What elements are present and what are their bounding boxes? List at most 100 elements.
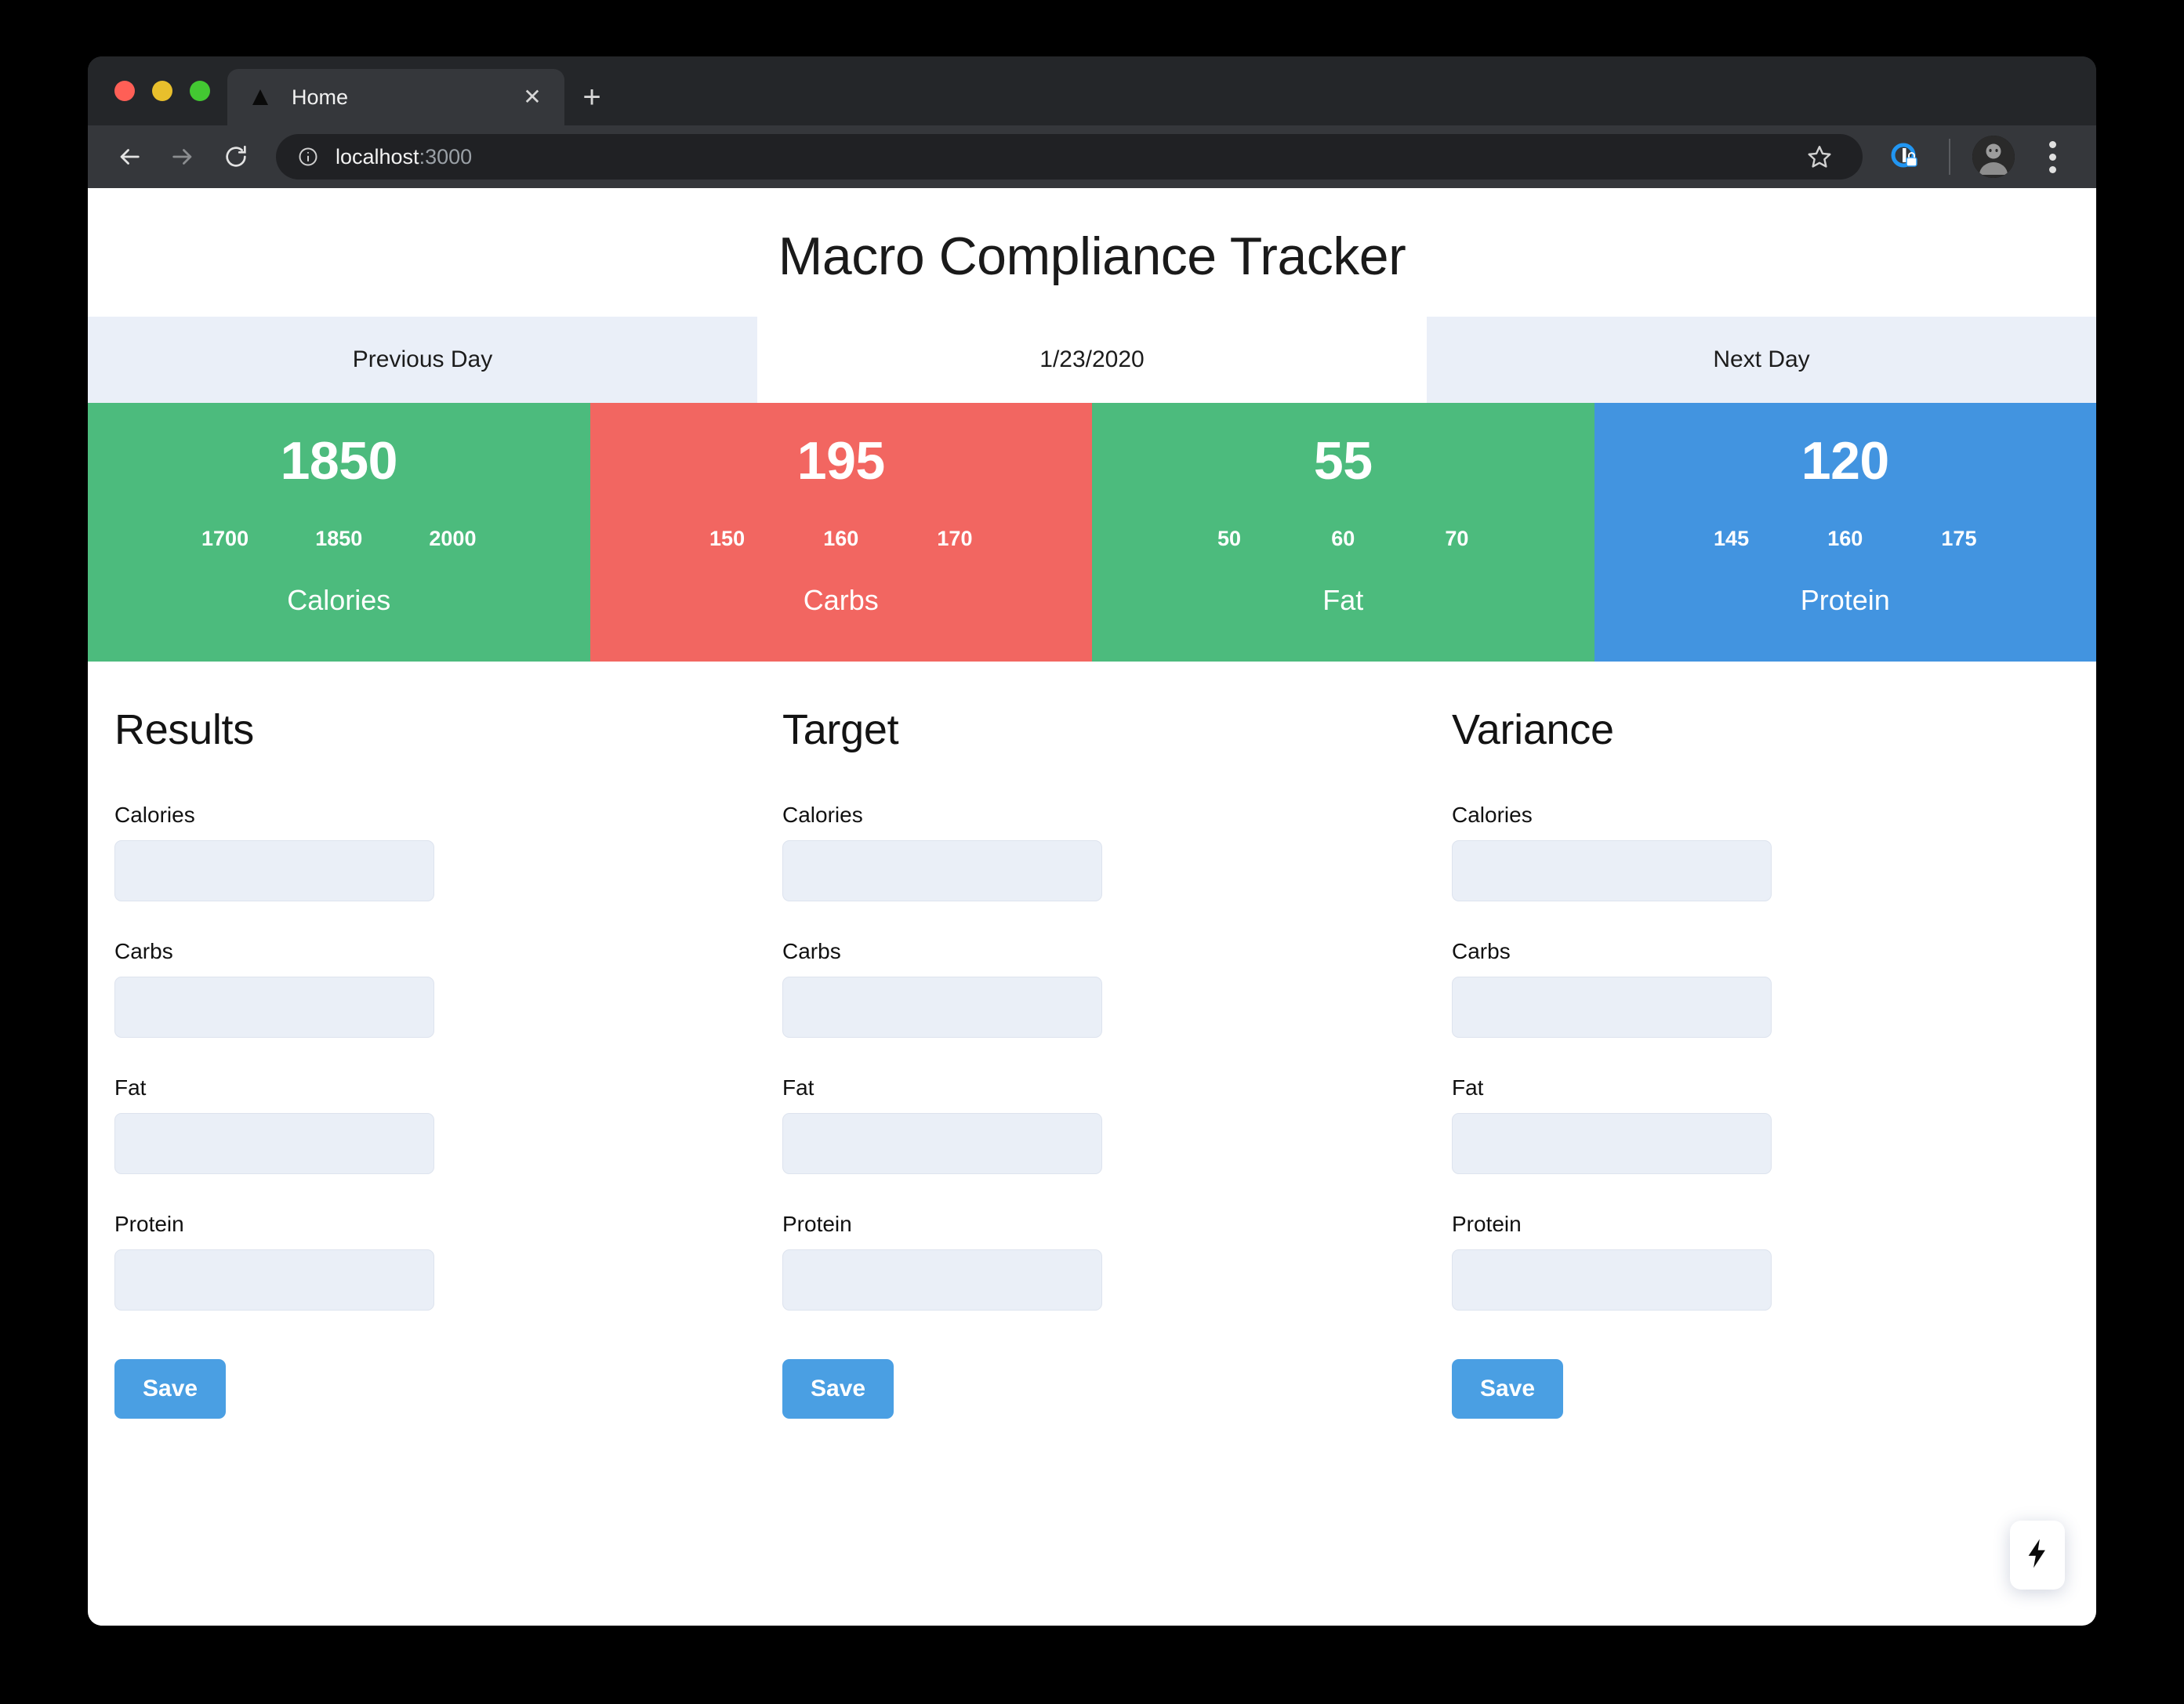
results-calories-input[interactable] xyxy=(114,840,434,901)
macro-range-mid: 160 xyxy=(823,527,859,550)
forms-section: Results Calories Carbs Fat Protein Save … xyxy=(88,662,2096,1419)
field-label: Calories xyxy=(782,803,863,827)
macro-value: 195 xyxy=(796,431,885,491)
url-host: localhost xyxy=(336,144,419,169)
macro-range: 150 160 170 xyxy=(590,527,1093,551)
variance-calories-input[interactable] xyxy=(1452,840,1772,901)
page-viewport: Macro Compliance Tracker Previous Day 1/… xyxy=(88,188,2096,1626)
target-carbs-input[interactable] xyxy=(782,977,1102,1038)
window-traffic-lights xyxy=(107,56,227,125)
previous-day-button[interactable]: Previous Day xyxy=(88,317,757,403)
macro-value: 55 xyxy=(1313,431,1373,491)
results-protein-input[interactable] xyxy=(114,1249,434,1311)
form-column-results: Results Calories Carbs Fat Protein Save xyxy=(88,705,757,1419)
minimize-window-button[interactable] xyxy=(152,81,172,101)
next-day-button[interactable]: Next Day xyxy=(1427,317,2096,403)
new-tab-button[interactable]: + xyxy=(564,69,619,125)
field-target-calories: Calories xyxy=(782,803,1402,901)
reload-icon[interactable] xyxy=(212,132,260,181)
field-label: Protein xyxy=(114,1212,184,1236)
macro-label: Carbs xyxy=(803,584,879,616)
macro-range: 1700 1850 2000 xyxy=(88,527,590,551)
browser-toolbar: localhost:3000 xyxy=(88,125,2096,188)
section-heading-target: Target xyxy=(782,706,899,753)
macro-range-high: 175 xyxy=(1941,527,1977,550)
results-fat-input[interactable] xyxy=(114,1113,434,1174)
bookmark-star-icon[interactable] xyxy=(1797,134,1842,179)
extension-icon[interactable] xyxy=(1883,135,1927,179)
results-carbs-input[interactable] xyxy=(114,977,434,1038)
variance-protein-input[interactable] xyxy=(1452,1249,1772,1311)
field-results-carbs: Carbs xyxy=(114,939,732,1038)
address-bar[interactable]: localhost:3000 xyxy=(276,134,1863,179)
toolbar-divider xyxy=(1949,139,1950,175)
target-fat-input[interactable] xyxy=(782,1113,1102,1174)
current-date-label[interactable]: 1/23/2020 xyxy=(757,317,1427,403)
field-label: Protein xyxy=(1452,1212,1522,1236)
macro-range-low: 145 xyxy=(1714,527,1750,550)
lightning-bolt-widget[interactable] xyxy=(2010,1521,2065,1590)
macro-range-high: 70 xyxy=(1445,527,1469,550)
macro-range: 145 160 175 xyxy=(1594,527,2097,551)
variance-carbs-input[interactable] xyxy=(1452,977,1772,1038)
browser-tab-home[interactable]: Home ✕ xyxy=(227,69,564,125)
form-column-target: Target Calories Carbs Fat Protein Save xyxy=(757,705,1427,1419)
field-label: Fat xyxy=(782,1075,814,1100)
variance-fat-input[interactable] xyxy=(1452,1113,1772,1174)
field-variance-calories: Calories xyxy=(1452,803,2071,901)
section-heading-results: Results xyxy=(114,706,254,753)
info-circle-icon[interactable] xyxy=(296,145,320,169)
macro-range-low: 1700 xyxy=(201,527,249,550)
maximize-window-button[interactable] xyxy=(190,81,210,101)
tab-title: Home xyxy=(292,85,349,109)
field-target-protein: Protein xyxy=(782,1212,1402,1311)
macro-range-high: 170 xyxy=(937,527,973,550)
target-calories-input[interactable] xyxy=(782,840,1102,901)
save-variance-button[interactable]: Save xyxy=(1452,1359,1564,1419)
field-variance-protein: Protein xyxy=(1452,1212,2071,1311)
page-title: Macro Compliance Tracker xyxy=(778,227,1406,286)
field-target-carbs: Carbs xyxy=(782,939,1402,1038)
field-results-fat: Fat xyxy=(114,1075,732,1174)
field-results-calories: Calories xyxy=(114,803,732,901)
field-label: Fat xyxy=(114,1075,147,1100)
save-target-button[interactable]: Save xyxy=(782,1359,894,1419)
field-target-fat: Fat xyxy=(782,1075,1402,1174)
field-variance-carbs: Carbs xyxy=(1452,939,2071,1038)
close-window-button[interactable] xyxy=(114,81,135,101)
field-label: Carbs xyxy=(782,939,841,963)
field-label: Protein xyxy=(782,1212,852,1236)
tab-strip: Home ✕ + xyxy=(88,56,2096,125)
macro-range-low: 150 xyxy=(709,527,746,550)
macro-card-fat: 55 50 60 70 Fat xyxy=(1092,403,1594,662)
kebab-menu-icon[interactable] xyxy=(2029,133,2076,180)
day-navigation: Previous Day 1/23/2020 Next Day xyxy=(88,317,2096,403)
field-label: Fat xyxy=(1452,1075,1484,1100)
macro-card-calories: 1850 1700 1850 2000 Calories xyxy=(88,403,590,662)
macro-summary-row: 1850 1700 1850 2000 Calories 195 150 160… xyxy=(88,403,2096,662)
macro-card-protein: 120 145 160 175 Protein xyxy=(1594,403,2097,662)
triangle-favicon-icon xyxy=(249,86,271,108)
field-label: Carbs xyxy=(1452,939,1511,963)
field-variance-fat: Fat xyxy=(1452,1075,2071,1174)
macro-value: 1850 xyxy=(280,431,398,491)
browser-window: Home ✕ + localhost:3000 Macro Compliance… xyxy=(88,56,2096,1626)
section-heading-variance: Variance xyxy=(1452,706,1614,753)
close-tab-icon[interactable]: ✕ xyxy=(519,84,546,111)
target-protein-input[interactable] xyxy=(782,1249,1102,1311)
lightning-bolt-icon xyxy=(2024,1538,2051,1573)
macro-label: Protein xyxy=(1800,584,1890,616)
macro-range-high: 2000 xyxy=(429,527,477,550)
macro-range-mid: 1850 xyxy=(315,527,363,550)
field-label: Calories xyxy=(1452,803,1533,827)
save-results-button[interactable]: Save xyxy=(114,1359,227,1419)
field-label: Calories xyxy=(114,803,195,827)
macro-range: 50 60 70 xyxy=(1092,527,1594,551)
macro-label: Calories xyxy=(287,584,391,616)
address-bar-url: localhost:3000 xyxy=(336,145,472,169)
forward-arrow-icon[interactable] xyxy=(158,132,207,181)
field-label: Carbs xyxy=(114,939,173,963)
form-column-variance: Variance Calories Carbs Fat Protein Save xyxy=(1427,705,2096,1419)
back-arrow-icon[interactable] xyxy=(105,132,154,181)
profile-avatar[interactable] xyxy=(1972,136,2015,178)
